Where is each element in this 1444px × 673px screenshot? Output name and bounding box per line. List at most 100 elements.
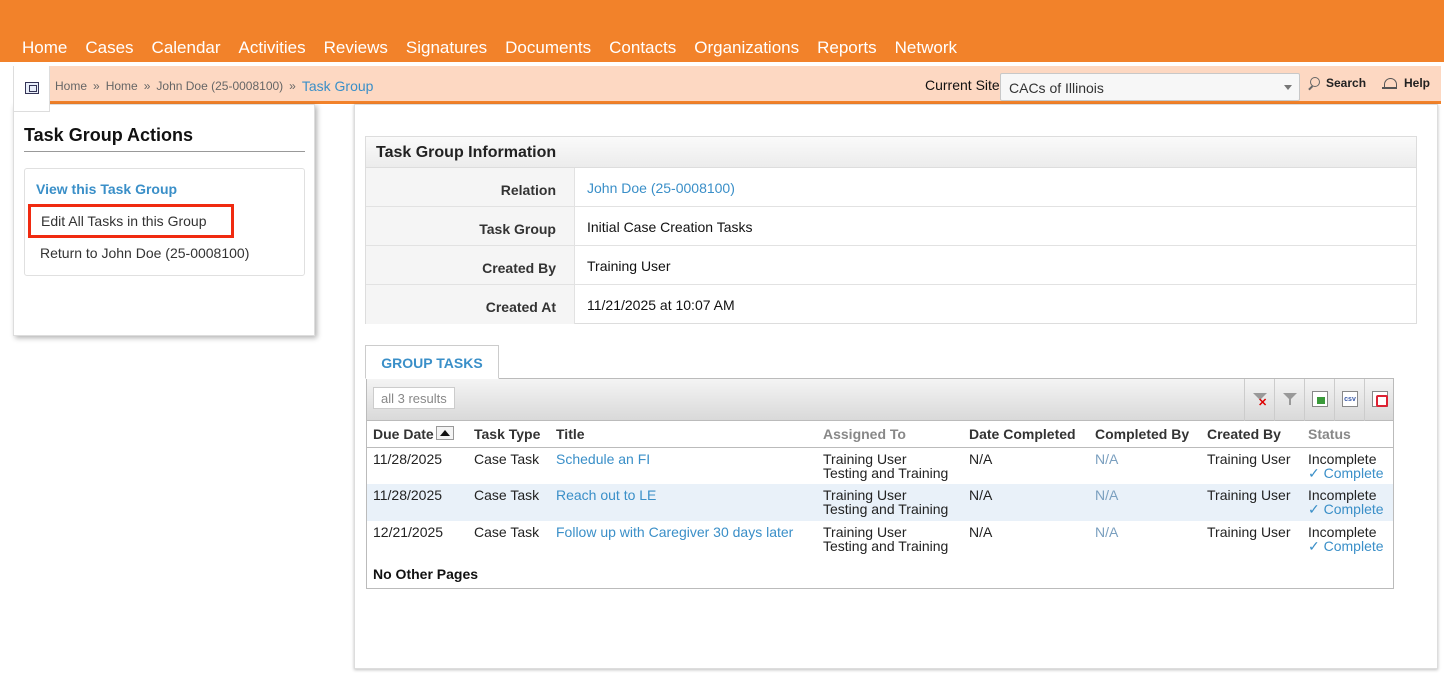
sort-asc-icon[interactable] [435, 426, 454, 441]
view-task-group-link[interactable]: View this Task Group [36, 181, 177, 197]
cell-assigned-to: Training User Testing and Training [823, 450, 949, 481]
task-group-information: Task Group Information Relation John Doe… [365, 136, 1417, 324]
task-title-link[interactable]: Reach out to LE [550, 484, 817, 521]
info-row-created-by: Created By Training User [366, 246, 1416, 285]
info-label: Created At [366, 285, 575, 324]
results-count: all 3 results [373, 387, 455, 409]
cell-due-date: 11/28/2025 [373, 450, 443, 467]
breadcrumb-home-2[interactable]: Home [106, 79, 138, 93]
info-row-relation: Relation John Doe (25-0008100) [366, 168, 1416, 207]
current-site-label: Current Site [925, 77, 1000, 93]
info-label: Relation [366, 168, 575, 206]
info-title: Task Group Information [366, 137, 1416, 168]
help-button[interactable]: Help [1382, 76, 1430, 90]
cell-due-date: 11/28/2025 [367, 484, 468, 521]
excel-export-icon [1312, 391, 1328, 407]
cell-task-type: Case Task [468, 484, 550, 521]
table-header-row: Due Date Task Type Title Assigned To Dat… [367, 422, 1393, 448]
nav-contacts[interactable]: Contacts [600, 37, 685, 59]
nav-reports[interactable]: Reports [808, 37, 886, 59]
breadcrumb-home-1[interactable]: Home [55, 79, 87, 93]
cell-completed-by: N/A [1089, 484, 1201, 521]
cell-due-date: 12/21/2025 [373, 524, 444, 540]
info-value: Training User [587, 258, 671, 274]
csv-export-button[interactable]: csv [1334, 379, 1364, 421]
col-title[interactable]: Title [550, 422, 817, 448]
cell-created-by: Training User [1207, 524, 1291, 540]
col-created-by[interactable]: Created By [1201, 422, 1302, 448]
nav-network[interactable]: Network [886, 37, 966, 59]
complete-task-link[interactable]: ✓ Complete [1308, 466, 1387, 480]
info-label: Task Group [366, 207, 575, 245]
breadcrumb-client[interactable]: John Doe (25-0008100) [156, 79, 283, 93]
breadcrumb-separator: » [93, 79, 100, 93]
nav-calendar[interactable]: Calendar [143, 37, 230, 59]
chevron-down-icon [1284, 85, 1292, 90]
col-completed-by[interactable]: Completed By [1089, 422, 1201, 448]
edit-all-tasks-link[interactable]: Edit All Tasks in this Group [28, 204, 234, 238]
current-site-select[interactable]: CACs of Illinois [1000, 73, 1300, 101]
return-to-client-link[interactable]: Return to John Doe (25-0008100) [40, 245, 249, 261]
cell-status: Incomplete ✓ Complete [1302, 447, 1393, 484]
top-navigation-bar: Home Cases Calendar Activities Reviews S… [0, 0, 1444, 62]
cell-task-type: Case Task [474, 450, 540, 467]
sidebar-toggle-button[interactable] [13, 66, 50, 112]
task-title-link[interactable]: Schedule an FI [550, 447, 817, 484]
nav-organizations[interactable]: Organizations [685, 37, 808, 59]
search-icon [1308, 77, 1320, 89]
nav-documents[interactable]: Documents [496, 37, 600, 59]
sidebar-toggle-icon [25, 82, 39, 94]
task-title-link[interactable]: Follow up with Caregiver 30 days later [550, 521, 817, 558]
cell-created-by: Training User [1207, 450, 1291, 467]
actions-title: Task Group Actions [24, 125, 194, 145]
nav-reviews[interactable]: Reviews [315, 37, 397, 59]
tab-group-tasks[interactable]: GROUP TASKS [365, 345, 499, 379]
pagination-status: No Other Pages [373, 566, 479, 582]
cell-status: Incomplete ✓ Complete [1302, 484, 1393, 521]
group-tasks-grid: all 3 results csv Due Date Task Type Tit… [366, 378, 1394, 589]
help-label: Help [1404, 76, 1431, 90]
cell-completed-by: N/A [1095, 450, 1119, 467]
cell-date-completed: N/A [969, 450, 993, 467]
info-row-created-at: Created At 11/21/2025 at 10:07 AM [366, 285, 1416, 324]
col-status: Status [1302, 422, 1393, 448]
cell-status: Incomplete ✓ Complete [1302, 521, 1393, 558]
col-due-date[interactable]: Due Date [367, 422, 468, 448]
clear-filter-button[interactable] [1244, 379, 1274, 421]
cell-date-completed: N/A [963, 484, 1089, 521]
breadcrumb-separator: » [143, 79, 151, 93]
clear-filter-icon [1252, 391, 1268, 411]
cell-assigned-to: Training User Testing and Training [823, 524, 949, 554]
relation-link[interactable]: John Doe (25-0008100) [587, 180, 735, 196]
pdf-export-button[interactable] [1364, 379, 1394, 421]
cell-completed-by: N/A [1095, 524, 1119, 540]
actions-list: View this Task Group Edit All Tasks in t… [24, 168, 305, 276]
filter-icon [1282, 391, 1298, 407]
nav-signatures[interactable]: Signatures [397, 37, 496, 59]
col-task-type[interactable]: Task Type [468, 422, 550, 448]
breadcrumb-separator: » [289, 79, 296, 93]
col-date-completed[interactable]: Date Completed [963, 422, 1089, 448]
tasks-table: Due Date Task Type Title Assigned To Dat… [367, 422, 1393, 558]
grid-toolbar: all 3 results csv [367, 379, 1393, 421]
search-button[interactable]: Search [1308, 76, 1366, 90]
cell-date-completed: N/A [969, 524, 993, 540]
complete-task-link[interactable]: ✓ Complete [1308, 539, 1387, 553]
nav-activities[interactable]: Activities [230, 37, 315, 59]
filter-button[interactable] [1274, 379, 1304, 421]
help-bell-icon [1382, 77, 1397, 89]
nav-cases[interactable]: Cases [76, 37, 142, 59]
search-label: Search [1326, 76, 1367, 90]
info-label: Created By [366, 246, 575, 284]
info-value: 11/21/2025 at 10:07 AM [587, 297, 735, 313]
task-group-actions-panel: Task Group Actions View this Task Group … [13, 104, 315, 336]
nav-home[interactable]: Home [13, 37, 76, 59]
excel-export-button[interactable] [1304, 379, 1334, 421]
cell-assigned-to: Training User Testing and Training [817, 484, 963, 521]
complete-task-link[interactable]: ✓ Complete [1308, 502, 1387, 516]
csv-export-icon: csv [1342, 391, 1358, 407]
breadcrumb-current[interactable]: Task Group [302, 78, 374, 94]
cell-task-type: Case Task [474, 524, 540, 540]
info-row-task-group: Task Group Initial Case Creation Tasks [366, 207, 1416, 246]
table-row: 12/21/2025 Case Task Follow up with Care… [367, 521, 1393, 558]
